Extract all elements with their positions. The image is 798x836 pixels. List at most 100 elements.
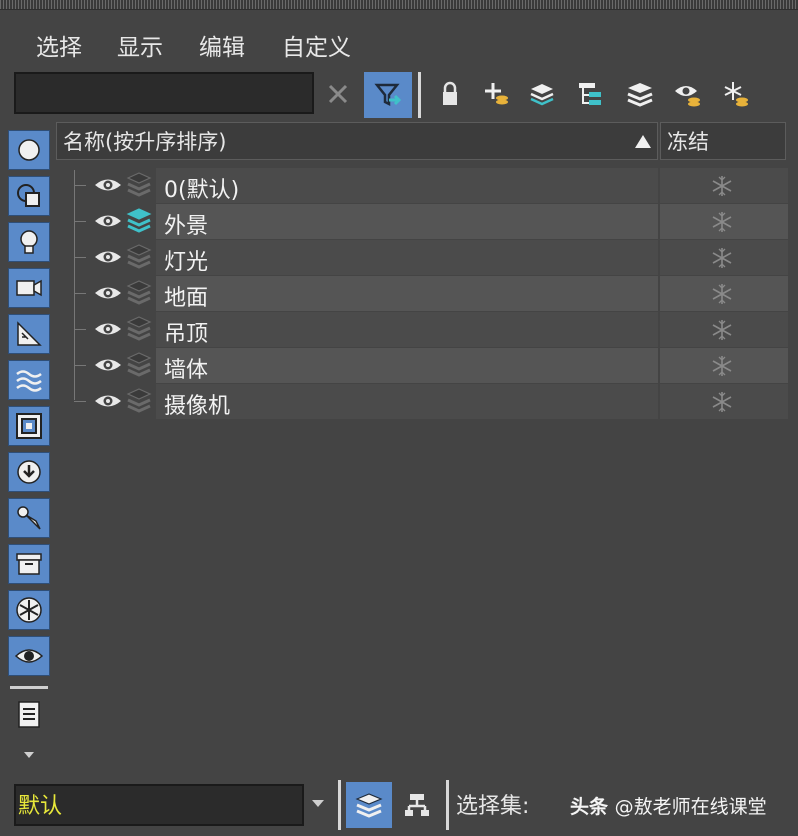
menu-edit[interactable]: 编辑 <box>199 28 245 62</box>
layer-row[interactable]: 外景 <box>56 204 788 240</box>
layer-stack-icon[interactable] <box>126 207 152 235</box>
tree-branch <box>74 365 86 366</box>
layers-icon <box>627 83 653 107</box>
filter-cameras-button[interactable] <box>8 268 50 308</box>
tree-branch <box>74 401 86 402</box>
layer-name-cell[interactable] <box>156 276 658 311</box>
document-icon <box>18 701 40 728</box>
bottom-bar: 默认 选择集: 头条 @敖老师在线课堂 <box>0 776 798 836</box>
snowflake-icon[interactable] <box>710 246 734 270</box>
eye-icon[interactable] <box>94 210 122 232</box>
hierarchy-view-button[interactable] <box>394 782 440 828</box>
move-to-layer-button[interactable] <box>520 72 564 116</box>
snowflake-icon[interactable] <box>710 210 734 234</box>
filter-bones-button[interactable] <box>8 498 50 538</box>
layer-name-label: 灯光 <box>164 250 209 275</box>
filter-hidden-button[interactable] <box>8 636 50 676</box>
layer-name-cell[interactable] <box>156 348 658 383</box>
layer-name-label: 0(默认) <box>164 178 240 203</box>
filter-icon <box>374 83 402 107</box>
name-column-header[interactable]: 名称(按升序排序) <box>56 122 658 160</box>
snowflake-icon[interactable] <box>710 282 734 306</box>
filter-containers-button[interactable] <box>8 544 50 584</box>
layer-row[interactable]: 摄像机 <box>56 384 788 420</box>
layer-name-cell[interactable] <box>156 384 658 419</box>
watermark-handle: @敖老师在线课堂 <box>614 796 767 818</box>
bottom-separator <box>446 780 449 830</box>
layer-name-label: 摄像机 <box>164 394 231 419</box>
chevron-down-icon <box>24 752 34 758</box>
lock-button[interactable] <box>428 72 472 116</box>
name-column-label: 名称(按升序排序) <box>63 130 227 154</box>
xref-icon <box>17 460 41 484</box>
search-input[interactable] <box>14 72 314 114</box>
spacewarp-icon <box>16 370 42 392</box>
layer-stack-icon[interactable] <box>126 171 152 199</box>
layer-name-cell[interactable] <box>156 312 658 347</box>
layer-row[interactable]: 吊顶 <box>56 312 788 348</box>
tree-branch <box>74 185 86 186</box>
menu-customize[interactable]: 自定义 <box>282 28 351 62</box>
layers-button[interactable] <box>618 72 662 116</box>
freeze-layer-button[interactable] <box>714 72 758 116</box>
layer-list: 名称(按升序排序) 冻结 0(默认) 外景灯光 地面 吊顶 墙体摄像机 <box>56 122 788 770</box>
clear-x-icon <box>328 84 348 104</box>
snowflake-icon[interactable] <box>710 354 734 378</box>
sidebar-divider <box>10 686 48 689</box>
filter-shapes-button[interactable] <box>8 176 50 216</box>
bone-icon <box>17 506 41 530</box>
bottom-separator <box>338 780 341 830</box>
layer-stack-icon[interactable] <box>126 279 152 307</box>
light-bulb-icon <box>20 230 38 254</box>
helper-ruler-icon <box>17 321 42 346</box>
eye-icon[interactable] <box>94 390 122 412</box>
layer-stack-icon[interactable] <box>126 351 152 379</box>
filter-helpers-button[interactable] <box>8 314 50 354</box>
layer-explorer-button[interactable] <box>346 782 392 828</box>
filter-xrefs-button[interactable] <box>8 452 50 492</box>
tree-branch <box>74 293 86 294</box>
current-layer-select[interactable]: 默认 <box>14 784 304 826</box>
snowflake-icon[interactable] <box>710 390 734 414</box>
freeze-column-header[interactable]: 冻结 <box>660 122 786 160</box>
filter-button[interactable] <box>364 72 412 118</box>
hierarchy-icon <box>405 794 429 816</box>
clear-search-button[interactable] <box>316 72 360 116</box>
filter-lights-button[interactable] <box>8 222 50 262</box>
layer-row[interactable]: 墙体 <box>56 348 788 384</box>
menu-display[interactable]: 显示 <box>117 28 163 62</box>
eye-icon[interactable] <box>94 282 122 304</box>
camera-icon <box>16 279 42 297</box>
filter-all-button[interactable] <box>8 694 50 734</box>
filter-spacewarps-button[interactable] <box>8 360 50 400</box>
hide-layer-button[interactable] <box>666 72 710 116</box>
snowflake-icon[interactable] <box>710 318 734 342</box>
eye-icon[interactable] <box>94 246 122 268</box>
layer-stack-icon[interactable] <box>126 243 152 271</box>
watermark-brand: 头条 <box>570 796 609 818</box>
layer-row[interactable]: 0(默认) <box>56 168 788 204</box>
eye-icon[interactable] <box>94 174 122 196</box>
layer-dropdown-arrow-icon[interactable] <box>312 800 324 807</box>
eye-icon[interactable] <box>94 354 122 376</box>
eye-icon <box>14 649 44 663</box>
move-to-layer-icon <box>530 84 554 106</box>
hierarchy-button[interactable] <box>568 72 612 116</box>
tree-branch <box>74 257 86 258</box>
filter-frozen-button[interactable] <box>8 590 50 630</box>
layer-stack-icon[interactable] <box>126 387 152 415</box>
filter-groups-button[interactable] <box>8 406 50 446</box>
add-layer-button[interactable] <box>474 72 518 116</box>
eye-icon[interactable] <box>94 318 122 340</box>
layer-name-label: 外景 <box>164 214 209 239</box>
snowflake-icon[interactable] <box>710 174 734 198</box>
menu-select[interactable]: 选择 <box>36 28 82 62</box>
layer-name-cell[interactable] <box>156 204 658 239</box>
sidebar-expand-button[interactable] <box>8 742 50 768</box>
filter-geometry-button[interactable] <box>8 130 50 170</box>
layer-row[interactable]: 灯光 <box>56 240 788 276</box>
layer-name-cell[interactable] <box>156 240 658 275</box>
frame-icon <box>16 413 42 439</box>
layer-row[interactable]: 地面 <box>56 276 788 312</box>
layer-stack-icon[interactable] <box>126 315 152 343</box>
